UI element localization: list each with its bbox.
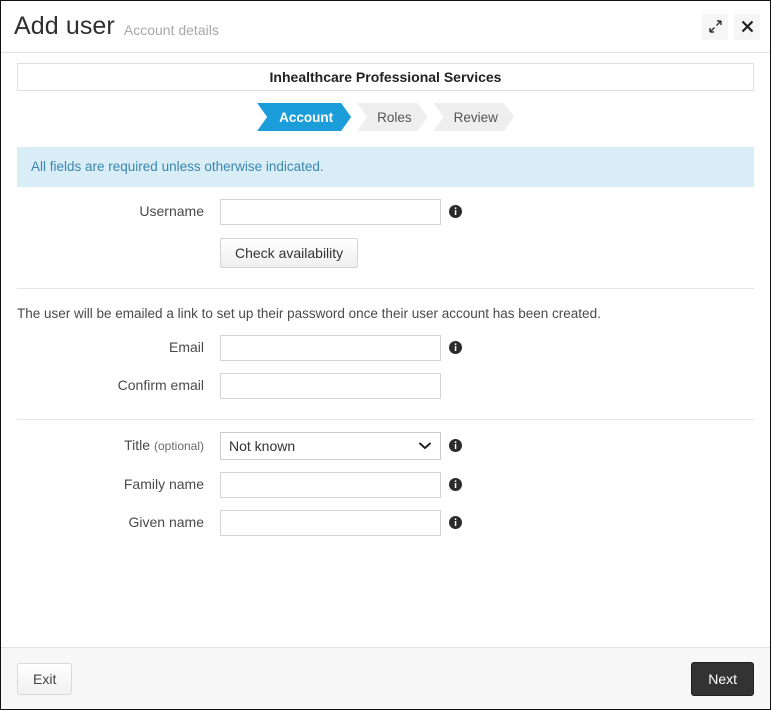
check-availability-button[interactable]: Check availability (220, 238, 358, 269)
close-button[interactable] (734, 14, 760, 40)
username-label: Username (17, 203, 220, 220)
email-control (220, 335, 462, 361)
add-user-dialog: Add user Account details (0, 0, 771, 710)
step-review[interactable]: Review (434, 103, 514, 131)
titlebar-actions (702, 14, 760, 40)
email-label: Email (17, 339, 220, 356)
chevron-down-icon (419, 442, 431, 450)
step-account-label: Account (279, 110, 333, 125)
divider-2 (17, 419, 754, 420)
username-input[interactable] (220, 199, 441, 225)
email-row: Email (17, 335, 754, 361)
username-control (220, 199, 462, 225)
given-name-input[interactable] (220, 510, 441, 536)
info-icon[interactable] (449, 478, 462, 491)
wizard-steps: Account Roles Review (17, 103, 754, 131)
step-roles-label: Roles (377, 110, 412, 125)
email-input[interactable] (220, 335, 441, 361)
exit-button[interactable]: Exit (17, 663, 72, 695)
family-name-control (220, 472, 462, 498)
next-button[interactable]: Next (691, 662, 754, 696)
page-subtitle: Account details (124, 23, 219, 37)
title-select-value: Not known (229, 438, 295, 454)
info-icon[interactable] (449, 341, 462, 354)
expand-arrows-icon (709, 20, 722, 33)
family-name-input[interactable] (220, 472, 441, 498)
given-name-control (220, 510, 462, 536)
given-name-row: Given name (17, 510, 754, 536)
organisation-bar: Inhealthcare Professional Services (17, 63, 754, 91)
required-fields-alert-text: All fields are required unless otherwise… (31, 159, 324, 174)
title-optional-text: (optional) (154, 439, 204, 453)
info-icon[interactable] (449, 205, 462, 218)
step-review-label: Review (454, 110, 498, 125)
account-details-form: Username Check availability (17, 199, 754, 536)
title-row: Title (optional) Not known (17, 432, 754, 460)
confirm-email-row: Confirm email (17, 373, 754, 399)
info-icon[interactable] (449, 439, 462, 452)
title-label-text: Title (124, 437, 150, 453)
title-label: Title (optional) (17, 437, 220, 454)
spacer (17, 238, 220, 269)
organisation-name: Inhealthcare Professional Services (270, 69, 502, 85)
given-name-label: Given name (17, 514, 220, 531)
password-note: The user will be emailed a link to set u… (17, 305, 754, 323)
title-select[interactable]: Not known (220, 432, 441, 460)
dialog-content: Inhealthcare Professional Services Accou… (1, 53, 770, 647)
check-availability-row: Check availability (17, 238, 754, 269)
close-icon (741, 20, 754, 33)
divider-1 (17, 288, 754, 289)
confirm-email-input[interactable] (220, 373, 441, 399)
step-roles[interactable]: Roles (357, 103, 428, 131)
page-title: Add user (14, 14, 115, 39)
dialog-titlebar: Add user Account details (1, 1, 770, 53)
step-account[interactable]: Account (257, 103, 351, 131)
title-control: Not known (220, 432, 462, 460)
expand-button[interactable] (702, 14, 728, 40)
username-row: Username (17, 199, 754, 225)
family-name-label: Family name (17, 476, 220, 493)
confirm-email-control (220, 373, 441, 399)
required-fields-alert: All fields are required unless otherwise… (17, 147, 754, 187)
family-name-row: Family name (17, 472, 754, 498)
confirm-email-label: Confirm email (17, 377, 220, 394)
dialog-footer: Exit Next (1, 647, 770, 709)
info-icon[interactable] (449, 516, 462, 529)
